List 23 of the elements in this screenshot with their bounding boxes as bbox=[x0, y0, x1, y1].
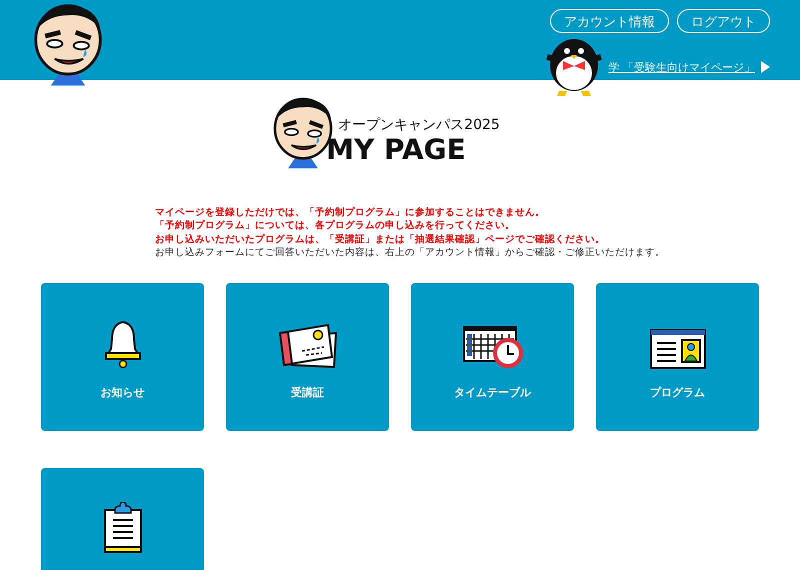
notice-text: お申し込みいただいたプログラムは、「受講証」または「抽選結果確認」ページでご確認ください。 bbox=[155, 232, 606, 246]
calendar-clock-icon bbox=[462, 324, 524, 369]
clipboard-icon bbox=[102, 502, 142, 554]
card-label: お知らせ bbox=[100, 384, 144, 400]
card-label: 受講証 bbox=[291, 384, 324, 400]
ticket-cards-icon bbox=[278, 322, 338, 369]
header-button[interactable]: アカウント情報 bbox=[550, 9, 669, 33]
header-button[interactable]: ログアウト bbox=[677, 9, 770, 33]
menu-card[interactable]: プログラム bbox=[596, 282, 759, 431]
menu-card[interactable]: 受講証 bbox=[226, 282, 389, 431]
menu-card[interactable]: タイムテーブル bbox=[411, 282, 574, 431]
event-subtitle: オープンキャンパス2025 bbox=[338, 116, 500, 134]
triangle-right-icon bbox=[761, 61, 770, 73]
card-label: プログラム bbox=[650, 384, 705, 400]
penguin-drawing bbox=[544, 37, 602, 97]
profile-window-icon bbox=[650, 328, 706, 369]
student-mypage-link[interactable]: 学 「受験生向けマイページ」 bbox=[608, 60, 755, 74]
notice-text: 「予約制プログラム」については、各プログラムの申し込みを行ってください。 bbox=[155, 219, 516, 233]
notice-text: マイページを登録しただけでは、「予約制プログラム」に参加することはできません。 bbox=[155, 206, 546, 220]
notice-text: お申し込みフォームにてご回答いただいた内容は、右上の「アカウント情報」からご確認・ご修正いただけます。 bbox=[155, 246, 666, 260]
page-title: MY PAGE bbox=[326, 134, 467, 166]
menu-card[interactable]: お知らせ bbox=[41, 282, 204, 431]
card-label: タイムテーブル bbox=[454, 384, 531, 400]
